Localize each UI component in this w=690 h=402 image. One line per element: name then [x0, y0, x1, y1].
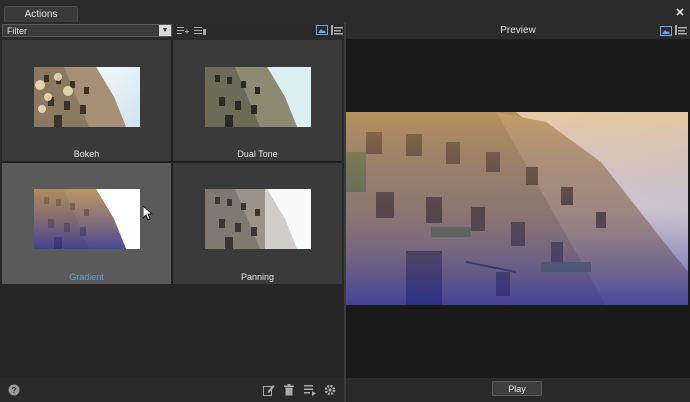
action-tile-panning[interactable]: Panning [173, 163, 342, 284]
action-tile-bokeh[interactable]: Bokeh [2, 40, 171, 161]
svg-text:?: ? [12, 386, 17, 395]
action-label: Panning [240, 272, 275, 282]
filter-dropdown[interactable]: Filter ▼ [2, 24, 172, 37]
list-add-icon[interactable] [194, 26, 206, 36]
action-thumbnail [34, 67, 140, 127]
preview-image [346, 112, 688, 305]
action-thumbnail [34, 189, 140, 249]
action-tile-dual-tone[interactable]: Dual Tone [173, 40, 342, 161]
edit-icon[interactable] [263, 384, 275, 396]
trash-icon[interactable] [283, 384, 295, 396]
action-label: Gradient [69, 272, 104, 282]
mouse-cursor-icon [143, 206, 153, 221]
action-label: Dual Tone [237, 149, 278, 159]
action-thumbnail [205, 67, 311, 127]
list-view-icon[interactable] [675, 25, 687, 35]
play-button[interactable]: Play [492, 381, 542, 396]
close-icon[interactable]: ✕ [674, 7, 686, 19]
actions-grid: Bokeh Dual Tone Gradient Panning [2, 40, 342, 284]
help-icon[interactable]: ? [8, 384, 20, 396]
filter-value: Filter [7, 26, 27, 36]
tab-actions-browser[interactable]: Actions Browser [4, 6, 78, 36]
image-view-icon[interactable] [316, 25, 328, 35]
action-label: Bokeh [73, 149, 100, 159]
title-bar [0, 0, 690, 23]
action-tile-gradient[interactable]: Gradient [2, 163, 171, 284]
add-action-icon[interactable] [177, 26, 189, 36]
chevron-down-icon[interactable]: ▼ [159, 25, 171, 36]
list-view-icon[interactable] [331, 25, 343, 35]
list-icon[interactable] [304, 384, 316, 396]
action-thumbnail [205, 189, 311, 249]
gear-icon[interactable] [324, 384, 336, 396]
preview-title: Preview [500, 25, 536, 36]
image-view-icon[interactable] [660, 26, 672, 36]
